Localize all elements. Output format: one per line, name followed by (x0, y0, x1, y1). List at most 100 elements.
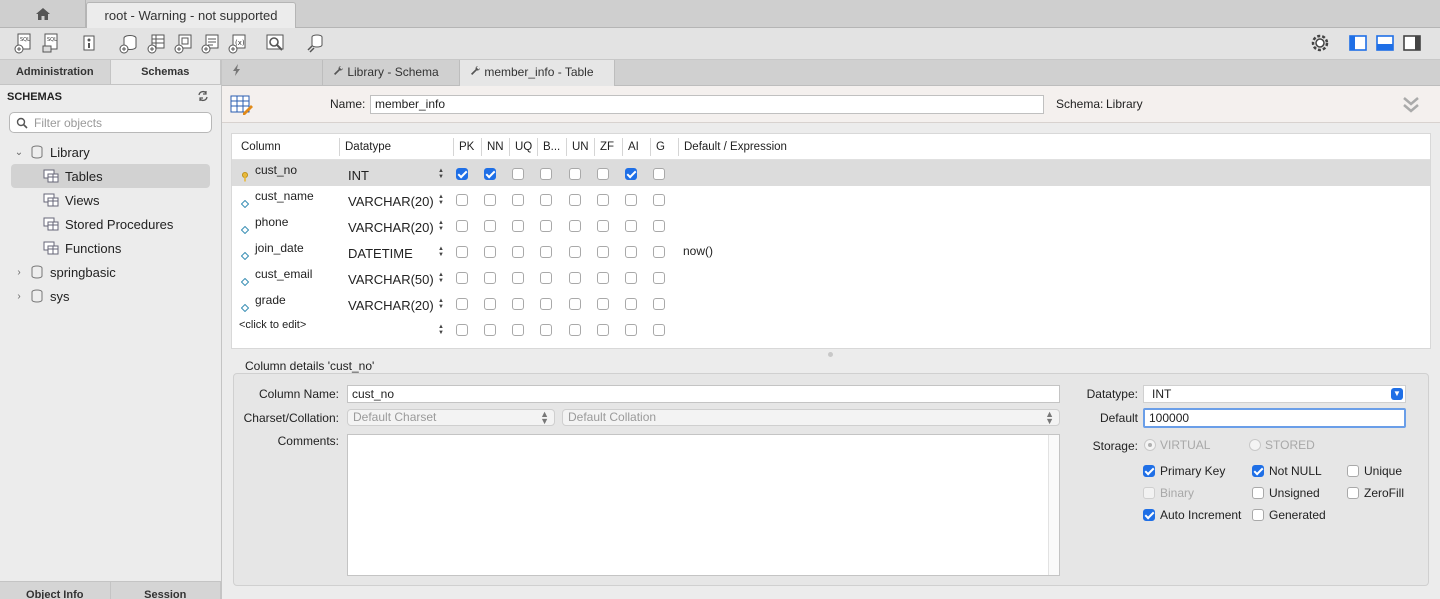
chevron-updown-icon[interactable]: ▲ ▼ (438, 272, 444, 284)
checkbox-ai[interactable] (625, 220, 637, 232)
checkbox-un[interactable] (569, 272, 581, 284)
tab-object-info[interactable]: Object Info (0, 582, 111, 599)
create-procedure-button[interactable] (197, 30, 223, 56)
column-name[interactable]: cust_no (255, 163, 297, 177)
checkbox-pk[interactable] (456, 298, 468, 310)
checkbox-nn[interactable] (484, 272, 496, 284)
checkbox-uq[interactable] (512, 168, 524, 180)
checkbox-un[interactable] (569, 194, 581, 206)
binary-checkbox[interactable]: Binary (1143, 486, 1194, 500)
column-datatype[interactable]: INT (348, 168, 369, 183)
column-datatype[interactable]: VARCHAR(50) (348, 272, 434, 287)
chevron-right-icon[interactable]: › (12, 267, 26, 278)
primary-key-checkbox[interactable]: Primary Key (1143, 464, 1225, 478)
checkbox-un[interactable] (569, 220, 581, 232)
toggle-output-panel-button[interactable] (1372, 30, 1398, 56)
charset-select[interactable]: Default Charset ▲ ▼ (347, 409, 555, 426)
unique-checkbox[interactable]: Unique (1347, 464, 1402, 478)
column-name[interactable]: join_date (255, 241, 304, 255)
header-column[interactable]: Column (241, 141, 281, 153)
header-default[interactable]: Default / Expression (684, 141, 787, 153)
checkbox-zf[interactable] (597, 298, 609, 310)
header-binary[interactable]: B... (543, 141, 560, 153)
checkbox-zf[interactable] (597, 194, 609, 206)
open-sql-script-button[interactable]: SQL (38, 30, 64, 56)
checkbox-binary[interactable] (540, 324, 552, 336)
checkbox-zf[interactable] (597, 168, 609, 180)
table-row[interactable]: cust_no INT ▲ ▼ (232, 160, 1430, 186)
new-column-placeholder[interactable]: <click to edit> (239, 319, 306, 331)
column-datatype[interactable]: VARCHAR(20) (348, 298, 434, 313)
checkbox-un[interactable] (569, 324, 581, 336)
chevron-updown-icon[interactable]: ▲ ▼ (438, 246, 444, 258)
checkbox-g[interactable] (653, 246, 665, 258)
checkbox-uq[interactable] (512, 194, 524, 206)
header-ai[interactable]: AI (628, 141, 639, 153)
header-zf[interactable]: ZF (600, 141, 614, 153)
tree-schema-library[interactable]: ⌄ Library (0, 140, 221, 164)
checkbox-uq[interactable] (512, 298, 524, 310)
auto-increment-checkbox[interactable]: Auto Increment (1143, 508, 1241, 522)
checkbox-ai[interactable] (625, 272, 637, 284)
checkbox-pk[interactable] (456, 194, 468, 206)
checkbox-nn[interactable] (484, 168, 496, 180)
checkbox-uq[interactable] (512, 324, 524, 336)
collation-select[interactable]: Default Collation ▲ ▼ (562, 409, 1060, 426)
checkbox-binary[interactable] (540, 272, 552, 284)
datatype-select[interactable]: INT ▼ (1143, 385, 1406, 403)
checkbox-uq[interactable] (512, 246, 524, 258)
tree-schema-springbasic[interactable]: › springbasic (0, 260, 221, 284)
header-g[interactable]: G (656, 141, 665, 153)
column-default[interactable]: now() (683, 244, 713, 258)
table-name-input[interactable]: member_info (370, 95, 1044, 114)
checkbox-nn[interactable] (484, 194, 496, 206)
checkbox-g[interactable] (653, 298, 665, 310)
checkbox-ai[interactable] (625, 298, 637, 310)
checkbox-pk[interactable] (456, 220, 468, 232)
tree-schema-sys[interactable]: › sys (0, 284, 221, 308)
checkbox-g[interactable] (653, 194, 665, 206)
column-datatype[interactable]: DATETIME (348, 246, 413, 261)
refresh-icon[interactable] (197, 90, 209, 102)
chevron-down-icon[interactable]: ⌄ (12, 147, 26, 158)
chevron-updown-icon[interactable]: ▲ ▼ (438, 324, 444, 336)
comments-scrollbar[interactable] (1048, 435, 1059, 575)
search-table-data-button[interactable] (262, 30, 288, 56)
comments-textarea[interactable] (347, 434, 1060, 576)
default-value-input[interactable]: 100000 (1143, 408, 1406, 428)
tab-session[interactable]: Session (111, 582, 221, 599)
create-table-button[interactable] (143, 30, 169, 56)
tree-item-functions[interactable]: Functions (0, 236, 221, 260)
table-row[interactable]: cust_email VARCHAR(50) ▲ ▼ (232, 264, 1430, 290)
checkbox-uq[interactable] (512, 220, 524, 232)
chevron-right-icon[interactable]: › (12, 291, 26, 302)
checkbox-un[interactable] (569, 298, 581, 310)
reconnect-button[interactable] (302, 30, 328, 56)
column-name[interactable]: cust_name (255, 189, 314, 203)
checkbox-zf[interactable] (597, 220, 609, 232)
checkbox-pk[interactable] (456, 324, 468, 336)
tab-administration[interactable]: Administration (0, 60, 111, 84)
column-name[interactable]: cust_email (255, 267, 312, 281)
checkbox-ai[interactable] (625, 324, 637, 336)
column-name-input[interactable]: cust_no (347, 385, 1060, 403)
checkbox-ai[interactable] (625, 168, 637, 180)
checkbox-uq[interactable] (512, 272, 524, 284)
checkbox-un[interactable] (569, 168, 581, 180)
checkbox-zf[interactable] (597, 246, 609, 258)
checkbox-binary[interactable] (540, 168, 552, 180)
create-function-button[interactable]: (x) (224, 30, 250, 56)
checkbox-g[interactable] (653, 272, 665, 284)
home-tab[interactable] (0, 0, 86, 28)
checkbox-zf[interactable] (597, 272, 609, 284)
checkbox-pk[interactable] (456, 272, 468, 284)
new-sql-tab-button[interactable]: SQL (10, 30, 36, 56)
column-datatype[interactable]: VARCHAR(20) (348, 220, 434, 235)
connection-tab[interactable]: root - Warning - not supported (86, 2, 296, 28)
zerofill-checkbox[interactable]: ZeroFill (1347, 486, 1404, 500)
header-uq[interactable]: UQ (515, 141, 532, 153)
checkbox-pk[interactable] (456, 168, 468, 180)
preferences-button[interactable] (1307, 30, 1333, 56)
checkbox-nn[interactable] (484, 246, 496, 258)
create-view-button[interactable] (170, 30, 196, 56)
